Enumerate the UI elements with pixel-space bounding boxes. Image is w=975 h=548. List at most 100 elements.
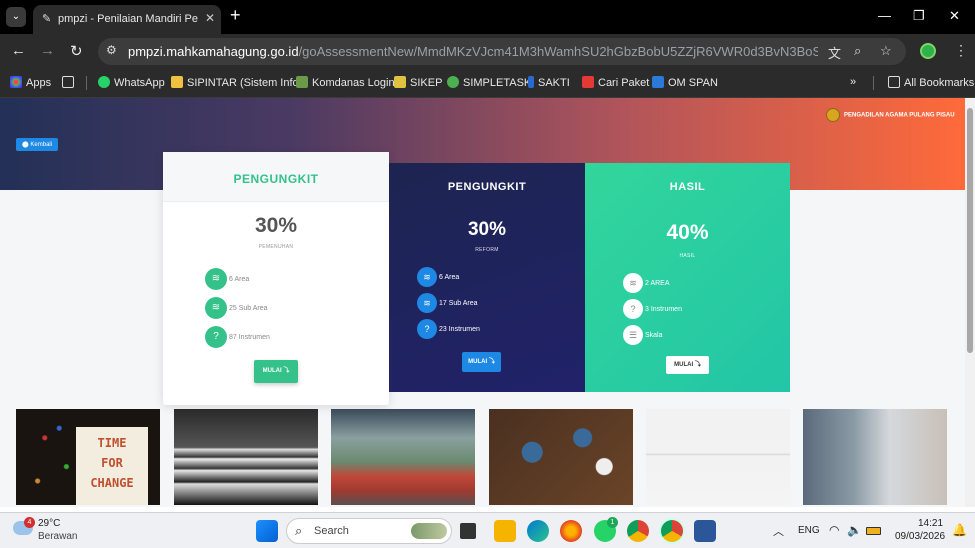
sign-word: CHANGE [90, 476, 134, 490]
volume-icon[interactable]: 🔈 [847, 523, 862, 537]
cari-paket-icon [582, 76, 594, 88]
card-item-label: 6 Area [439, 273, 460, 281]
card-item-label: Skala [645, 331, 663, 339]
tray-chevron-icon[interactable]: ︿ [773, 523, 784, 539]
file-explorer-icon[interactable] [494, 520, 516, 542]
mulai-button[interactable]: MULAI ⤵ [254, 360, 298, 383]
bookmark-apps[interactable]: Apps [10, 76, 51, 89]
card-subtitle: REFORM [475, 247, 499, 253]
forward-arrow-icon[interactable]: → [40, 42, 55, 59]
scrollbar-thumb[interactable] [967, 108, 973, 353]
site-favicon-icon: ✎ [42, 13, 52, 25]
bookmark-whatsapp[interactable]: WhatsApp [98, 76, 165, 89]
battery-icon[interactable] [866, 527, 881, 535]
card-title: PENGUNGKIT [447, 181, 527, 193]
tab-search-button[interactable]: ⌄ [6, 7, 26, 27]
profile-avatar[interactable] [920, 43, 936, 59]
page-scrollbar[interactable] [965, 98, 975, 507]
bookmark-komdanas[interactable]: Komdanas Login [296, 76, 395, 89]
card-item: ≋ 6 Area [205, 268, 249, 290]
temperature[interactable]: 29°C [38, 518, 60, 529]
scale-icon: ☰ [623, 325, 643, 345]
chrome-icon[interactable] [627, 520, 649, 542]
mulai-button[interactable]: MULAI ⤵ [666, 356, 709, 374]
card-percent: 40% [666, 221, 709, 244]
task-view-icon[interactable] [460, 523, 476, 539]
layers-icon: ≋ [623, 273, 643, 293]
thumbnail-office-lobby[interactable] [803, 409, 947, 505]
thumbnail-laptops-meeting[interactable] [489, 409, 633, 505]
bookmark-simpletask[interactable]: SIMPLETASK [447, 76, 531, 89]
bookmark-label: SAKTI [538, 77, 570, 89]
card-item-label: 25 Sub Area [229, 304, 268, 312]
card-item-label: 3 Instrumen [645, 305, 682, 313]
browser-menu-icon[interactable]: ⋮ [954, 42, 968, 59]
clock-date[interactable]: 09/03/2026 [895, 531, 945, 542]
bookmark-separator [873, 76, 874, 90]
bookmark-star-icon[interactable]: ☆ [880, 43, 892, 59]
tab-groups-icon[interactable] [62, 76, 78, 89]
card-item-label: 17 Sub Area [439, 299, 478, 307]
thumbnail-white-desk[interactable] [646, 409, 790, 505]
bookmark-sipintar[interactable]: SIPINTAR (Sistem Info... [171, 76, 308, 89]
folder-icon [888, 76, 900, 88]
url-text[interactable]: pmpzi.mahkamahagung.go.id/goAssessmentNe… [128, 44, 818, 59]
firefox-icon[interactable] [560, 520, 582, 542]
search-icon: ⌕ [295, 523, 303, 538]
card-item: ≋ 6 Area [417, 267, 459, 287]
browser-titlebar: ⌄ ✎ pmpzi - Penilaian Mandiri Pelaksanaa… [0, 0, 975, 34]
clock-time[interactable]: 14:21 [918, 518, 943, 529]
new-tab-button[interactable]: + [230, 5, 241, 26]
mulai-button[interactable]: MULAI ⤵ [462, 352, 501, 372]
card-item: ? 87 Instrumen [205, 326, 270, 348]
card-item: ☰ Skala [623, 325, 663, 345]
question-icon: ? [623, 299, 643, 319]
bookmark-om-span[interactable]: OM SPAN [652, 76, 718, 89]
thumbnail-time-for-change[interactable]: TIME FOR CHANGE [16, 409, 160, 505]
simpletask-icon [447, 76, 459, 88]
zoom-icon[interactable]: ⌕ [854, 43, 861, 59]
card-item: ≋ 2 AREA [623, 273, 670, 293]
url-path: /goAssessmentNew/MmdMKzVJcm41M3hWamhSU2h… [298, 44, 818, 59]
thumbnail-binders[interactable] [174, 409, 318, 505]
reload-icon[interactable]: ↻ [70, 42, 83, 60]
site-info-icon[interactable]: ⚙ [106, 43, 117, 57]
back-button[interactable]: ⬤ Kembali [16, 138, 59, 151]
card-item: ≋ 25 Sub Area [205, 297, 268, 319]
active-tab[interactable]: ✎ pmpzi - Penilaian Mandiri Pelaksanaan … [33, 5, 221, 34]
komdanas-icon [296, 76, 308, 88]
bookmark-sikep[interactable]: SIKEP [394, 76, 442, 89]
thumbnail-lecture-hall[interactable] [331, 409, 475, 505]
bookmark-sakti[interactable]: SAKTI [528, 76, 570, 89]
card-title: HASIL [669, 181, 706, 193]
chrome-active-icon[interactable] [661, 520, 683, 542]
org-name-text: PENGADILAN AGAMA PULANG PISAU [844, 112, 955, 119]
notification-icon[interactable]: 🔔 [952, 523, 967, 537]
more-bookmarks-icon[interactable]: » [850, 76, 856, 88]
all-bookmarks-label: All Bookmarks [904, 77, 975, 89]
card-pengungkit-reform: PENGUNGKIT 30% REFORM ≋ 6 Area ≋ 17 Sub Ar… [389, 163, 585, 392]
back-arrow-icon[interactable]: ← [11, 42, 26, 59]
bookmark-cari-paket[interactable]: Cari Paket [582, 76, 649, 89]
minimize-icon[interactable]: — [878, 8, 891, 23]
organization-name: PENGADILAN AGAMA PULANG PISAU [826, 108, 955, 122]
edge-icon[interactable] [527, 520, 549, 542]
translate-icon[interactable]: 文 [828, 43, 841, 62]
window-close-icon[interactable]: ✕ [949, 8, 960, 24]
wifi-icon[interactable]: ◠ [829, 523, 839, 537]
address-bar[interactable]: ⚙ pmpzi.mahkamahagung.go.id/goAssessment… [98, 38, 906, 65]
layers-icon: ≋ [205, 268, 227, 290]
taskbar-search[interactable]: ⌕ Search [286, 518, 452, 544]
lightbox-sign: TIME FOR CHANGE [76, 427, 148, 505]
language-indicator[interactable]: ENG [798, 525, 820, 536]
bookmark-label: OM SPAN [668, 77, 718, 89]
page-content: ⬤ Kembali PENGADILAN AGAMA PULANG PISAU … [0, 98, 965, 507]
restore-icon[interactable]: ❐ [913, 8, 925, 24]
all-bookmarks-button[interactable]: All Bookmarks [888, 76, 974, 89]
tab-close-icon[interactable]: ✕ [205, 11, 215, 25]
weather-condition[interactable]: Berawan [38, 531, 77, 542]
word-icon[interactable] [694, 520, 716, 542]
sign-word: TIME [97, 436, 127, 450]
windows-start-icon[interactable] [256, 520, 278, 542]
sikep-icon [394, 76, 406, 88]
